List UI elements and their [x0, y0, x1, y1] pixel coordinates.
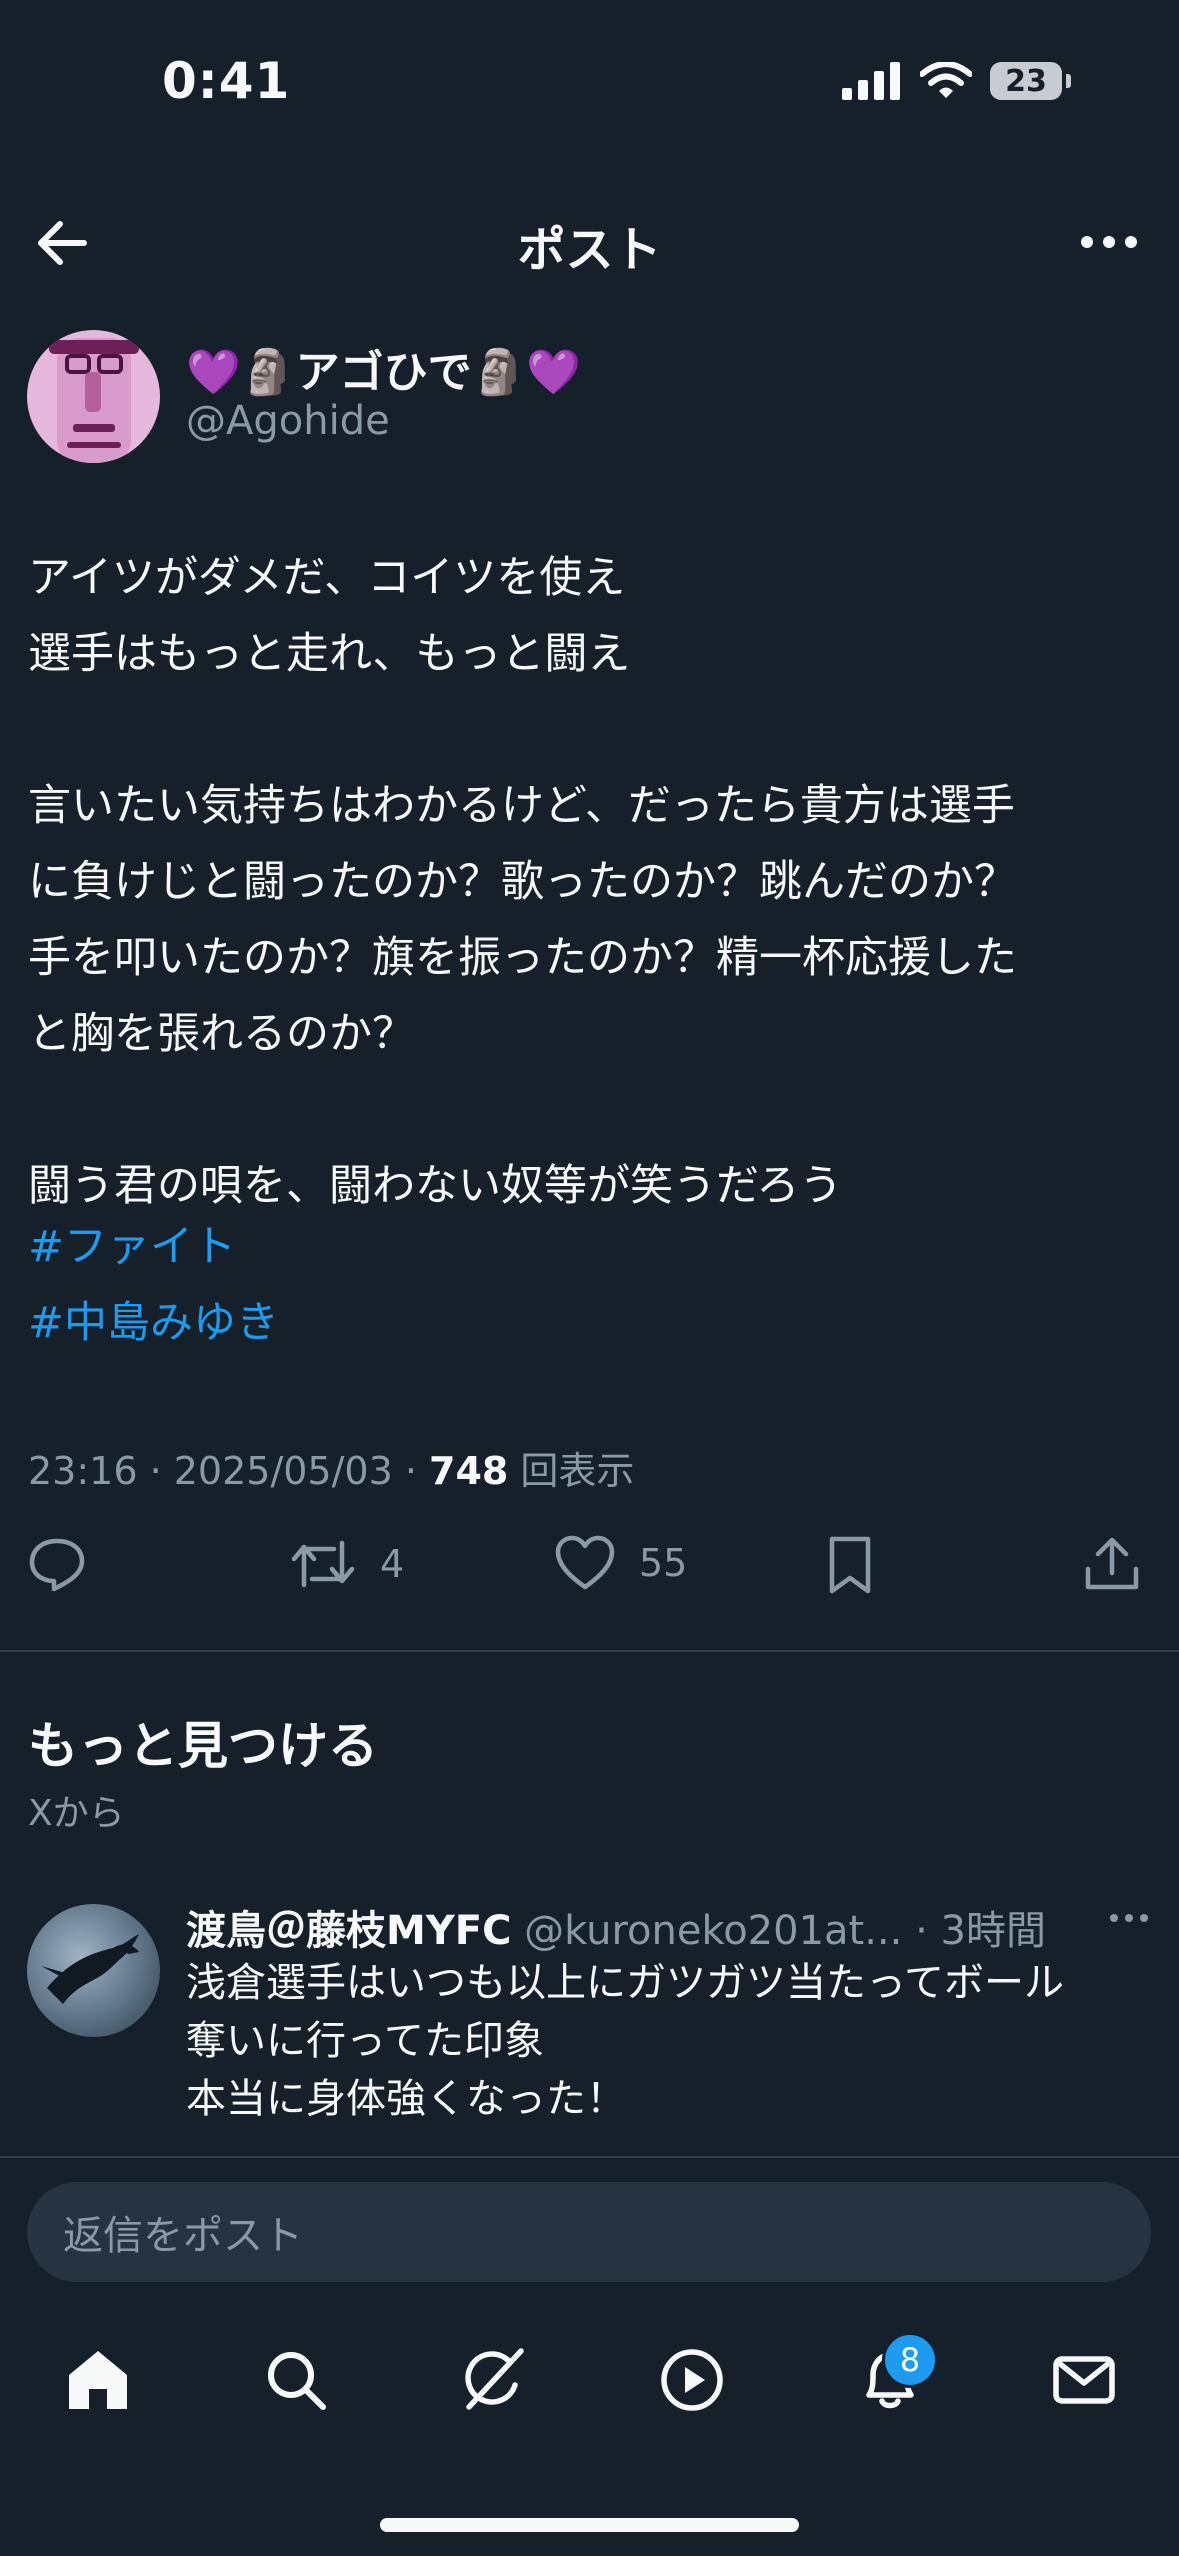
author-handle[interactable]: @Agohide — [186, 398, 390, 444]
discover-subtitle: Xから — [28, 1793, 125, 1834]
page-title: ポスト — [517, 222, 662, 278]
divider — [0, 1650, 1179, 1652]
notification-badge: 8 — [882, 2332, 938, 2388]
tab-video[interactable] — [642, 2330, 742, 2430]
hashtag-link[interactable]: #ファイト — [28, 1212, 236, 1274]
bookmark-button[interactable] — [826, 1535, 874, 1595]
avatar[interactable] — [27, 330, 160, 463]
home-indicator[interactable] — [380, 2518, 799, 2532]
status-time: 0:41 — [162, 52, 291, 110]
discover-title: もっと見つける — [28, 1717, 378, 1775]
moai-avatar-icon — [49, 338, 139, 463]
recommended-text: 浅倉選手はいつも以上にガツガツ当たってボール 奪いに行ってた印象 本当に身体強く… — [186, 1960, 1064, 2122]
status-icons: 23 — [842, 62, 1071, 100]
tab-grok[interactable] — [444, 2330, 544, 2430]
tab-notifications[interactable]: 8 — [840, 2330, 940, 2430]
crow-icon — [41, 1934, 139, 2004]
tweet-text: アイツがダメだ、コイツを使え 選手はもっと走れ、もっと闘え 言いたい気持ちはわか… — [28, 553, 1017, 1211]
share-button[interactable] — [1084, 1535, 1140, 1593]
author-display-name[interactable]: 💜🗿アゴひで🗿💜 — [186, 336, 581, 400]
tab-home[interactable] — [48, 2330, 148, 2430]
wifi-icon — [920, 62, 972, 98]
play-icon — [661, 2349, 723, 2411]
cellular-signal-icon — [842, 62, 900, 100]
more-options-icon[interactable] — [1109, 1908, 1149, 1928]
reply-icon — [29, 1538, 85, 1592]
tab-messages[interactable] — [1034, 2330, 1134, 2430]
mail-icon — [1053, 2356, 1115, 2404]
view-count: 748 — [429, 1449, 509, 1493]
repost-count: 4 — [380, 1542, 405, 1586]
tweet-metadata: 23:16 · 2025/05/03 · 748 回表示 — [28, 1440, 634, 1495]
tweet-timestamp[interactable]: 23:16 · 2025/05/03 · — [28, 1449, 429, 1493]
grok-icon — [465, 2348, 524, 2410]
repost-icon — [291, 1540, 355, 1588]
recommended-header[interactable]: 渡鳥＠藤枝MYFC @kuroneko201at... · 3時間 — [186, 1898, 1146, 1956]
recommended-avatar[interactable] — [27, 1904, 160, 2037]
more-options-icon[interactable] — [1079, 222, 1139, 262]
heart-icon — [555, 1535, 615, 1590]
search-icon — [268, 2352, 326, 2410]
recommended-handle-time: @kuroneko201at... · 3時間 — [511, 1908, 1046, 1954]
reply-button[interactable] — [28, 1535, 86, 1593]
like-button[interactable]: 55 — [555, 1535, 687, 1591]
recommended-name: 渡鳥＠藤枝MYFC — [186, 1908, 512, 1954]
tab-search[interactable] — [246, 2330, 346, 2430]
view-label: 回表示 — [508, 1449, 635, 1493]
home-icon — [69, 2351, 127, 2409]
repost-button[interactable]: 4 — [290, 1535, 404, 1593]
reply-input[interactable]: 返信をポスト — [27, 2182, 1151, 2282]
battery-indicator: 23 — [990, 62, 1071, 100]
share-icon — [1085, 1537, 1139, 1590]
divider — [0, 2156, 1179, 2158]
tab-bar: 8 — [0, 2330, 1179, 2430]
bookmark-icon — [829, 1536, 871, 1594]
like-count: 55 — [639, 1541, 688, 1585]
hashtag-link[interactable]: #中島みゆき — [28, 1288, 279, 1350]
tweet-actions: 4 55 — [28, 1535, 1148, 1605]
